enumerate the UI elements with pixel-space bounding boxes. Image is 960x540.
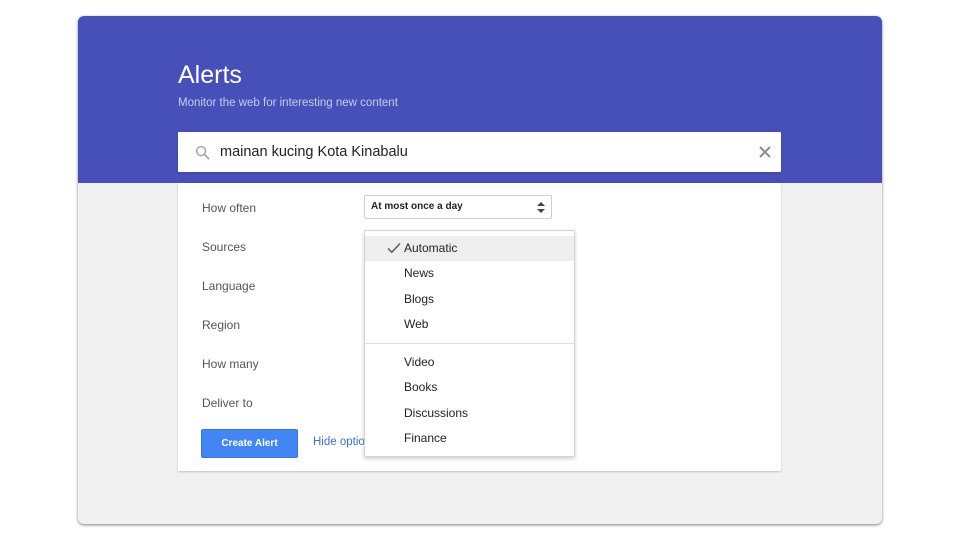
sources-option-web[interactable]: Web <box>365 312 574 337</box>
dropdown-option-label: Automatic <box>404 241 458 255</box>
sources-option-discussions[interactable]: Discussions <box>365 401 574 426</box>
header-banner: Alerts Monitor the web for interesting n… <box>78 16 882 183</box>
dropdown-option-label: Web <box>404 317 429 331</box>
select-arrows-icon <box>537 202 545 213</box>
deliver-to-label: Deliver to <box>202 396 253 410</box>
sources-dropdown-menu: Automatic News Blogs Web Video Books Dis… <box>364 230 575 457</box>
how-many-label: How many <box>202 357 259 371</box>
sources-option-finance[interactable]: Finance <box>365 426 574 451</box>
how-often-label: How often <box>202 201 257 215</box>
sources-option-blogs[interactable]: Blogs <box>365 287 574 312</box>
sources-option-video[interactable]: Video <box>365 350 574 375</box>
page-title: Alerts <box>178 61 242 89</box>
dropdown-option-label: Discussions <box>404 406 469 420</box>
close-icon[interactable] <box>758 145 772 159</box>
how-often-select[interactable]: At most once a day <box>364 195 552 219</box>
dropdown-option-label: Books <box>404 380 438 394</box>
sources-option-automatic[interactable]: Automatic <box>365 236 574 261</box>
sources-label: Sources <box>202 240 247 254</box>
search-icon <box>195 145 210 160</box>
sources-option-books[interactable]: Books <box>365 375 574 400</box>
page-subtitle: Monitor the web for interesting new cont… <box>178 97 398 109</box>
dropdown-option-label: Finance <box>404 431 447 445</box>
sources-option-news[interactable]: News <box>365 261 574 286</box>
how-often-value: At most once a day <box>371 201 463 212</box>
region-label: Region <box>202 318 241 332</box>
checkmark-icon <box>387 243 401 254</box>
dropdown-option-label: Video <box>404 355 435 369</box>
create-alert-button[interactable]: Create Alert <box>201 429 298 458</box>
dropdown-divider <box>365 343 574 344</box>
search-bar <box>178 132 781 172</box>
dropdown-option-label: News <box>404 266 435 280</box>
search-input[interactable] <box>220 132 740 172</box>
language-label: Language <box>202 279 256 293</box>
dropdown-option-label: Blogs <box>404 292 435 306</box>
